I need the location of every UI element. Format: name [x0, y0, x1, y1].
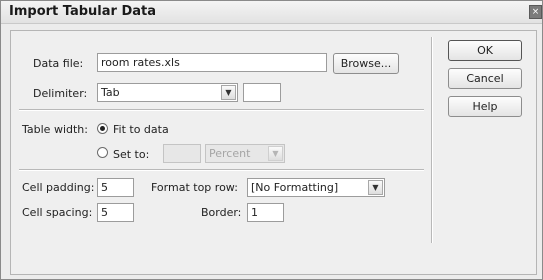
format-top-row-label: Format top row: [151, 181, 238, 194]
fit-to-data-label: Fit to data [113, 123, 169, 136]
separator [19, 109, 424, 111]
cell-spacing-input[interactable]: 5 [97, 203, 134, 222]
border-input[interactable]: 1 [247, 203, 284, 222]
cell-padding-label: Cell padding: [22, 181, 95, 194]
set-to-label: Set to: [113, 148, 150, 161]
title-bar: Import Tabular Data × [1, 1, 542, 24]
vertical-separator [431, 37, 433, 243]
cancel-button[interactable]: Cancel [448, 68, 522, 89]
separator [19, 169, 424, 171]
fit-to-data-radio[interactable] [97, 123, 108, 134]
cell-padding-input[interactable]: 5 [97, 178, 134, 197]
browse-button[interactable]: Browse... [333, 53, 399, 74]
chevron-down-icon[interactable]: ▼ [221, 85, 236, 100]
width-unit-select[interactable]: Percent ▼ [205, 144, 285, 163]
cell-spacing-label: Cell spacing: [22, 206, 93, 219]
delimiter-select[interactable]: Tab ▼ [97, 83, 238, 102]
format-top-row-select[interactable]: [No Formatting] ▼ [247, 178, 385, 197]
width-unit-value: Percent [209, 147, 251, 160]
set-to-radio[interactable] [97, 147, 108, 158]
close-icon[interactable]: × [529, 5, 542, 19]
chevron-down-icon[interactable]: ▼ [268, 146, 283, 161]
dialog-title: Import Tabular Data [9, 4, 157, 19]
help-button[interactable]: Help [448, 96, 522, 117]
border-label: Border: [201, 206, 242, 219]
ok-button[interactable]: OK [448, 40, 522, 61]
data-file-label: Data file: [33, 57, 84, 70]
delimiter-value: Tab [101, 86, 120, 99]
import-tabular-data-dialog: Import Tabular Data × Data file: room ra… [0, 0, 543, 280]
chevron-down-icon[interactable]: ▼ [368, 180, 383, 195]
delimiter-other-input[interactable] [243, 83, 281, 102]
dialog-body: Data file: room rates.xls Browse... Deli… [10, 30, 537, 275]
format-top-row-value: [No Formatting] [251, 181, 339, 194]
delimiter-label: Delimiter: [33, 87, 88, 100]
table-width-label: Table width: [22, 123, 88, 136]
data-file-input[interactable]: room rates.xls [97, 53, 327, 72]
set-to-input[interactable] [163, 144, 201, 163]
